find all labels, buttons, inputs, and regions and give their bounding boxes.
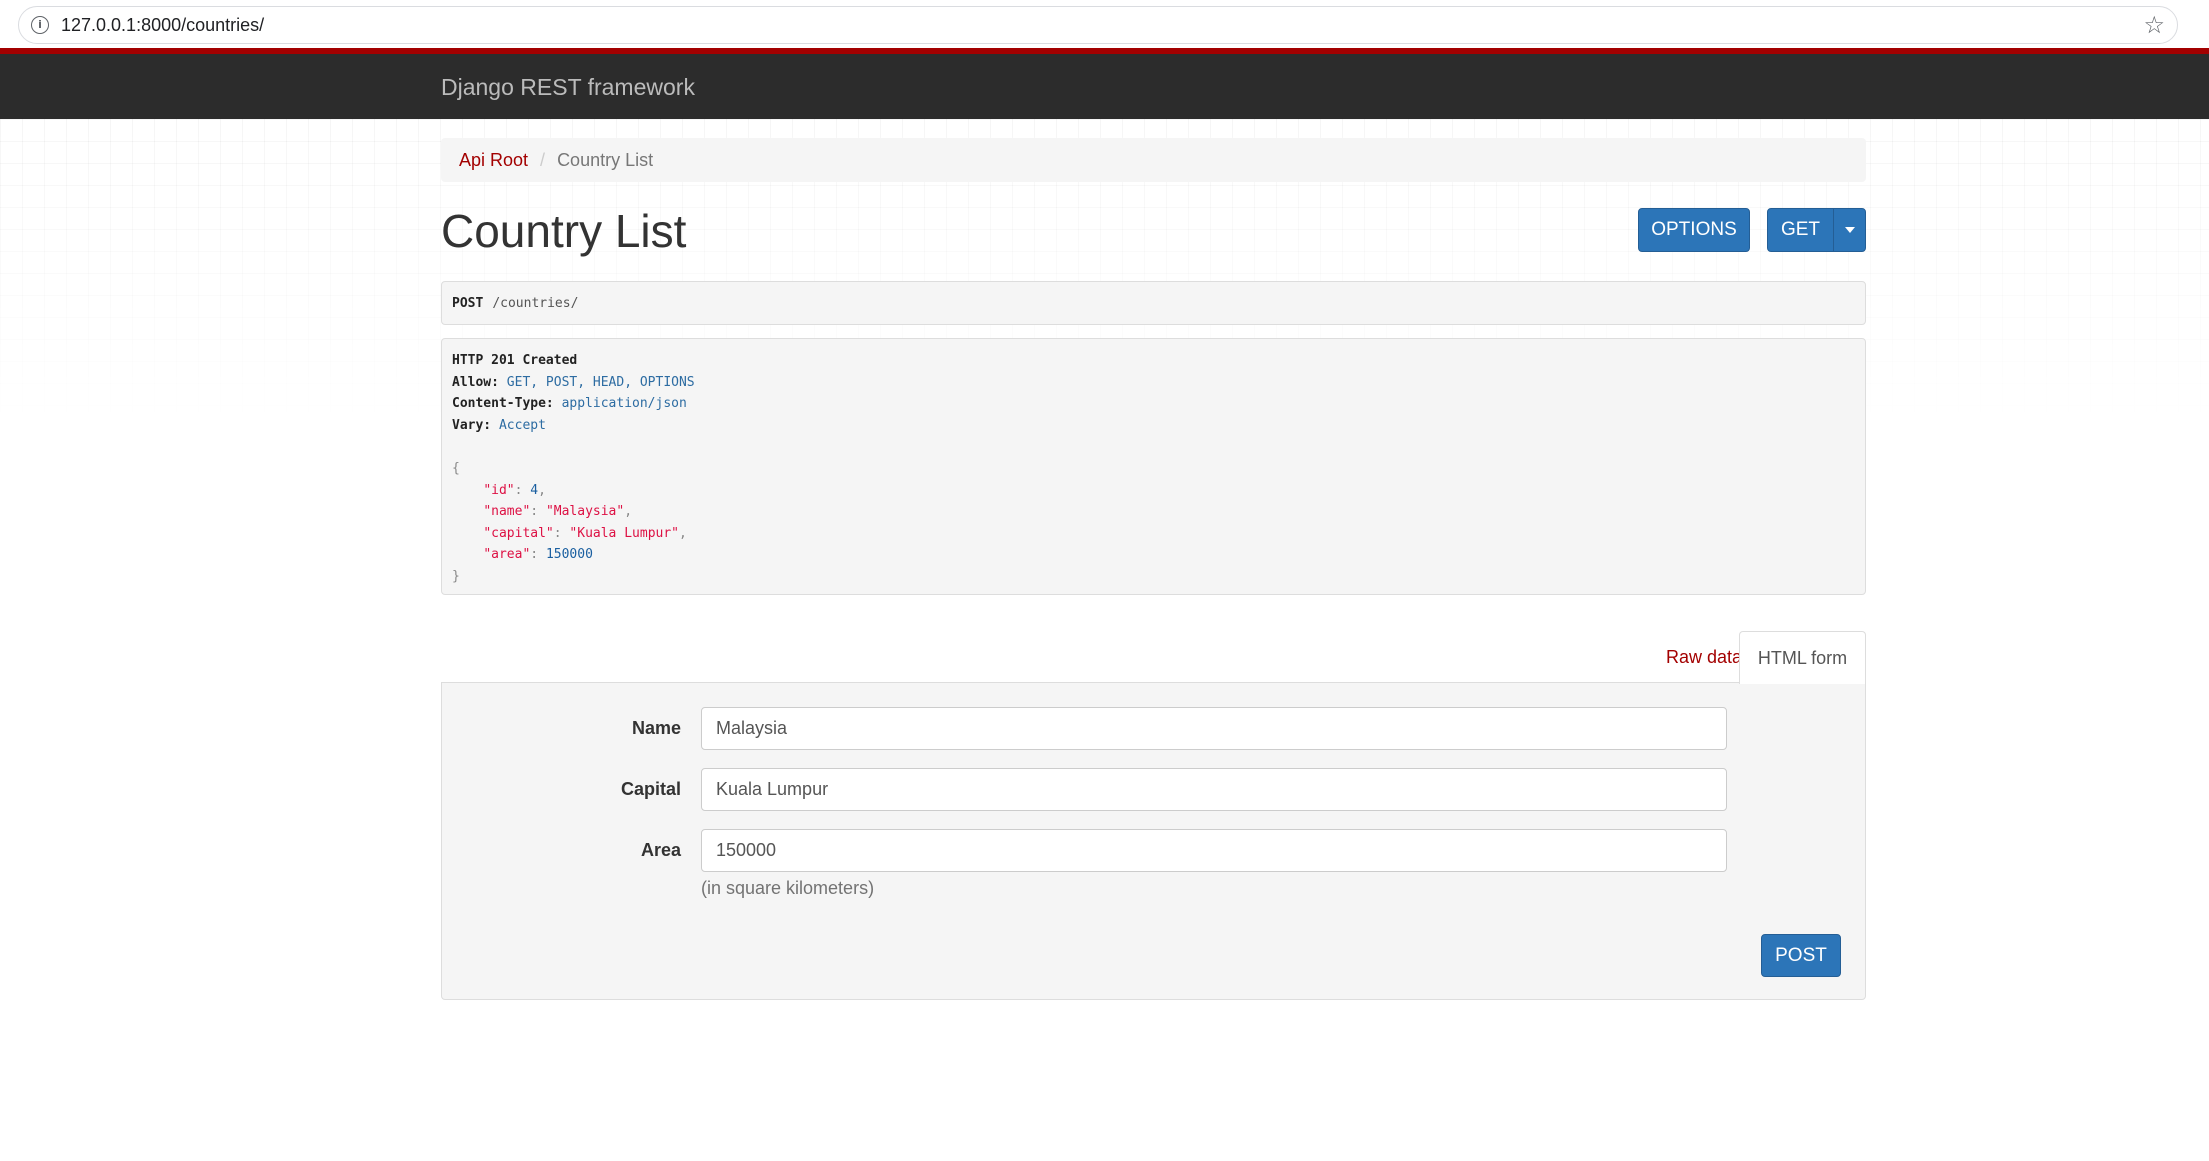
header-name: Allow: bbox=[452, 374, 499, 390]
page-title: Country List bbox=[441, 205, 687, 257]
json-value: "Kuala Lumpur" bbox=[569, 525, 679, 541]
json-key: "capital" bbox=[483, 525, 554, 541]
form-tabs: Raw data HTML form bbox=[441, 631, 1866, 684]
navbar-brand[interactable]: Django REST framework bbox=[441, 74, 695, 101]
get-dropdown-toggle[interactable] bbox=[1833, 208, 1866, 252]
json-key: "area" bbox=[483, 547, 531, 563]
json-close-brace: } bbox=[452, 568, 460, 584]
capital-input[interactable]: Kuala Lumpur bbox=[701, 768, 1727, 811]
header-name: Content-Type: bbox=[452, 396, 554, 412]
url-text[interactable]: 127.0.0.1:8000/countries/ bbox=[61, 15, 264, 36]
bookmark-star-icon[interactable]: ☆ bbox=[2143, 11, 2165, 39]
json-value: 4 bbox=[530, 482, 539, 498]
navbar: Django REST framework bbox=[0, 48, 2209, 119]
site-info-icon[interactable]: i bbox=[31, 16, 49, 34]
request-method: POST bbox=[452, 295, 484, 311]
caret-down-icon bbox=[1844, 227, 1855, 233]
address-bar[interactable]: i 127.0.0.1:8000/countries/ ☆ bbox=[18, 6, 2178, 44]
breadcrumb-separator: / bbox=[540, 149, 546, 170]
breadcrumb: Api Root / Country List bbox=[441, 138, 1866, 182]
header-value: GET, POST, HEAD, OPTIONS bbox=[506, 374, 695, 390]
response-status: HTTP 201 Created bbox=[452, 353, 578, 368]
options-button[interactable]: OPTIONS bbox=[1638, 208, 1750, 252]
area-input[interactable]: 150000 bbox=[701, 829, 1727, 872]
area-help-text: (in square kilometers) bbox=[701, 878, 875, 898]
response-info: HTTP 201 Created Allow: GET, POST, HEAD,… bbox=[441, 338, 1866, 595]
header-name: Vary: bbox=[452, 417, 492, 433]
header-value: application/json bbox=[561, 396, 687, 412]
json-open-brace: { bbox=[452, 460, 460, 476]
json-value: 150000 bbox=[545, 547, 593, 563]
post-button[interactable]: POST bbox=[1761, 934, 1841, 977]
breadcrumb-api-root[interactable]: Api Root bbox=[459, 150, 528, 171]
capital-label: Capital bbox=[620, 779, 681, 799]
json-key: "id" bbox=[483, 482, 515, 498]
browser-toolbar: i 127.0.0.1:8000/countries/ ☆ bbox=[0, 0, 2209, 48]
name-input[interactable]: Malaysia bbox=[701, 707, 1727, 750]
request-info: POST /countries/ bbox=[441, 281, 1866, 325]
html-form: Name Malaysia Capital Kuala Lumpur Area … bbox=[441, 682, 1866, 1000]
breadcrumb-country-list: Country List bbox=[557, 149, 654, 170]
area-label: Area bbox=[640, 840, 681, 860]
get-button[interactable]: GET bbox=[1767, 208, 1834, 252]
header-value: Accept bbox=[498, 417, 546, 433]
tab-html-form[interactable]: HTML form bbox=[1739, 631, 1866, 684]
request-path: /countries/ bbox=[492, 295, 579, 311]
name-label: Name bbox=[631, 718, 681, 738]
json-key: "name" bbox=[483, 504, 531, 520]
json-value: "Malaysia" bbox=[545, 504, 625, 520]
